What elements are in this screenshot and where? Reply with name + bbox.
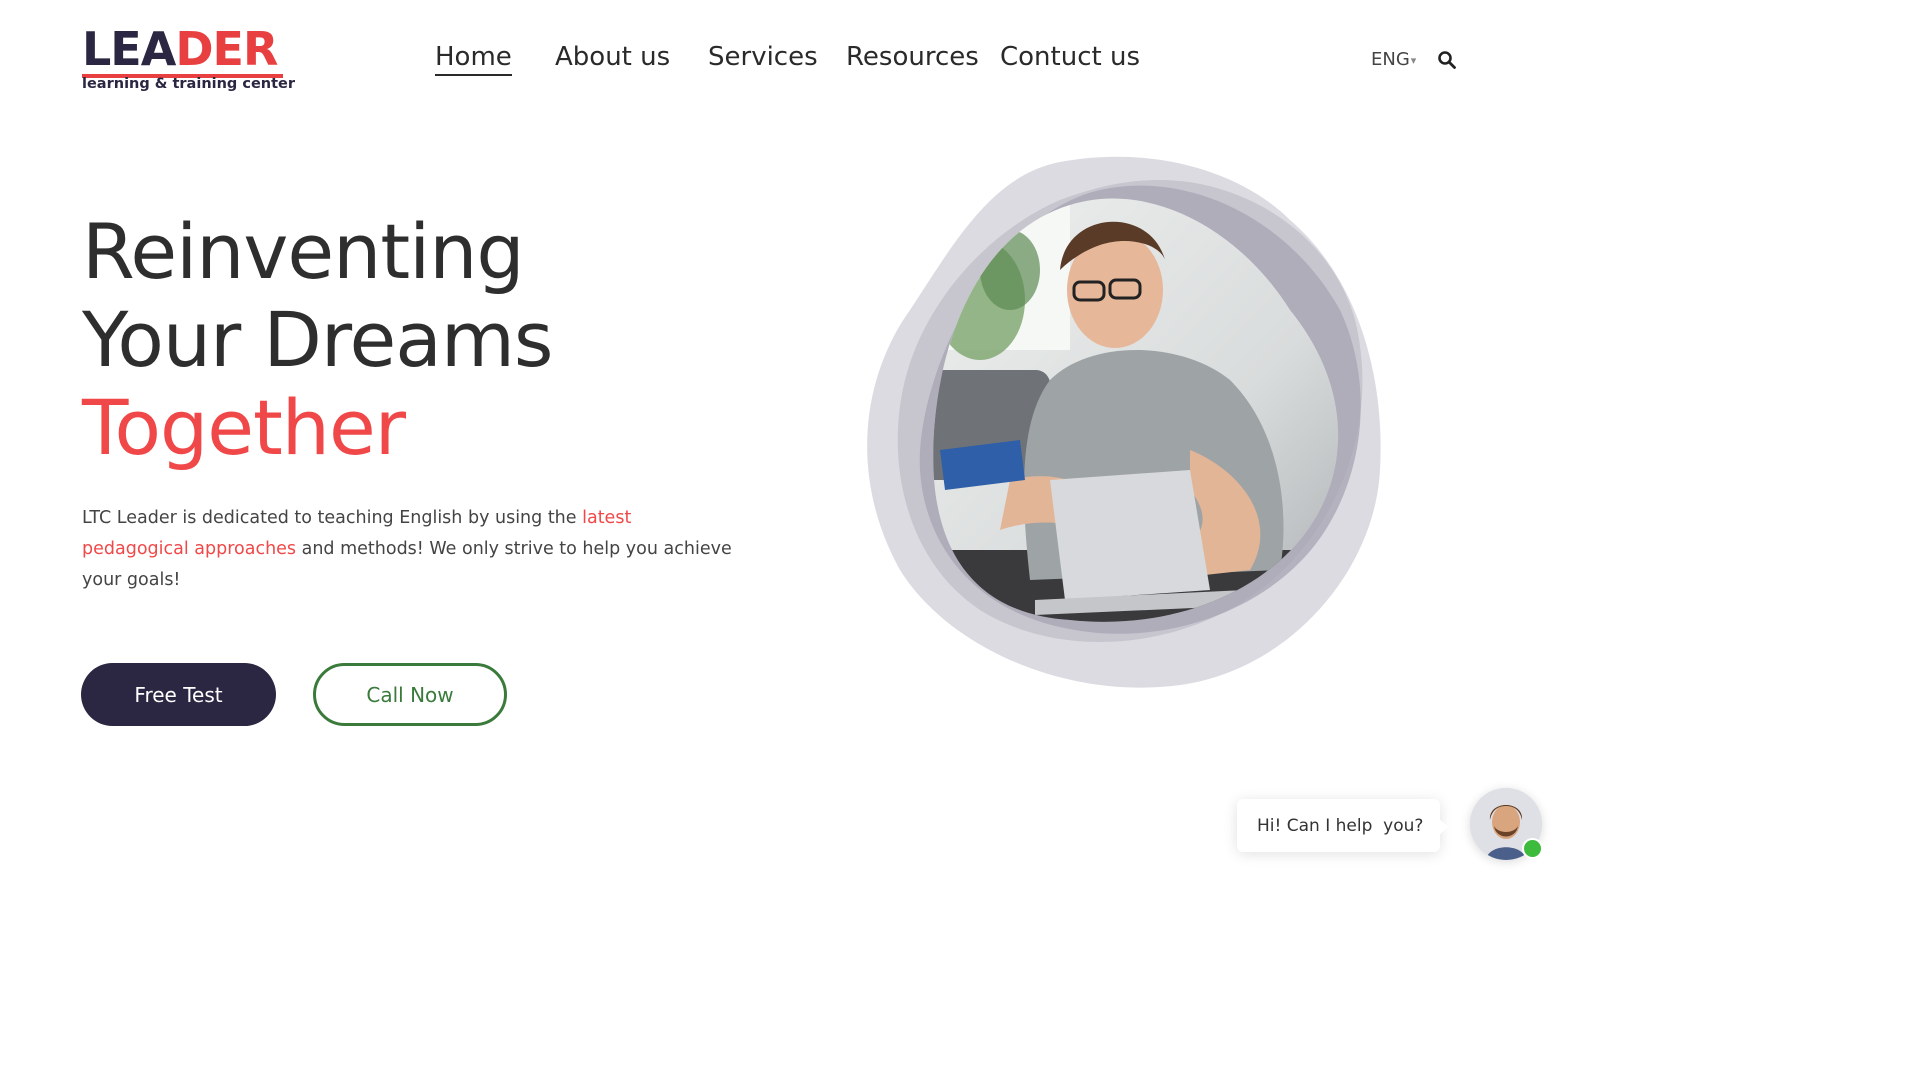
chat-bubble[interactable]: Hi! Can I help you? <box>1237 799 1449 852</box>
nav-contact-us[interactable]: Contuct us <box>1000 42 1140 72</box>
nav-services[interactable]: Services <box>708 42 818 72</box>
nav-home[interactable]: Home <box>435 42 512 76</box>
main-nav: Home About us Services Resources Contuct… <box>0 42 1568 82</box>
hero-title-line-2: Your Dreams <box>82 295 553 384</box>
nav-about-us[interactable]: About us <box>555 42 670 72</box>
nav-resources[interactable]: Resources <box>846 42 979 72</box>
online-status-indicator <box>1522 838 1543 859</box>
hero-title-line-3: Together <box>82 383 406 472</box>
language-label: ENG <box>1371 49 1410 70</box>
hero-image <box>867 156 1381 688</box>
hero-title-line-1: Reinventing <box>82 207 525 296</box>
hero-title: Reinventing Your Dreams Together <box>82 207 553 472</box>
search-icon[interactable] <box>1437 50 1457 70</box>
call-now-button[interactable]: Call Now <box>313 663 507 726</box>
free-test-button[interactable]: Free Test <box>81 663 276 726</box>
chat-message: Hi! Can I help you? <box>1257 815 1424 836</box>
language-selector[interactable]: ENG▾ <box>1371 49 1416 70</box>
hero-description: LTC Leader is dedicated to teaching Engl… <box>82 508 732 590</box>
chevron-down-icon: ▾ <box>1410 53 1417 67</box>
